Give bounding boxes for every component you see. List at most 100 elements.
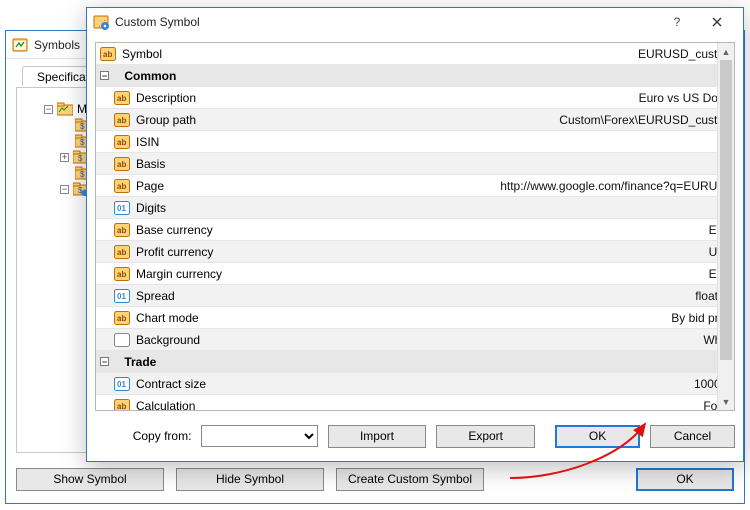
svg-text:ab: ab [117,94,126,103]
import-button[interactable]: Import [328,425,427,448]
text-icon: ab [100,47,116,61]
property-group-label: Trade [124,355,156,369]
group-collapse-icon[interactable]: − [100,357,109,366]
property-value[interactable]: 5 [351,197,734,219]
property-value[interactable]: 100000 [351,373,734,395]
tree-expander-icon[interactable]: − [60,185,69,194]
property-row[interactable]: 01 Digits 5 [96,197,734,219]
property-row[interactable]: ab Profit currency USD [96,241,734,263]
create-custom-symbol-button[interactable]: Create Custom Symbol [336,468,484,491]
svg-text:ab: ab [117,138,126,147]
property-row[interactable]: ab Page http://www.google.com/finance?q=EU… [96,175,734,197]
svg-text:ab: ab [103,50,112,59]
export-button[interactable]: Export [436,425,535,448]
property-key: Background [136,333,200,347]
property-value[interactable]: Euro vs US Dollar [351,87,734,109]
svg-text:01: 01 [117,380,126,389]
property-row[interactable]: ab Margin currency EUR [96,263,734,285]
tree-expander-icon[interactable]: + [60,153,69,162]
property-group-row[interactable]: − Common [96,65,734,87]
property-key: Basis [136,157,165,171]
property-value[interactable]: http://www.google.com/finance?q=EURUSD [351,175,734,197]
property-key: ISIN [136,135,159,149]
custom-symbol-bottom-bar: Copy from: Import Export OK Cancel [95,423,735,449]
property-key: Calculation [136,399,195,411]
symbols-window-icon [12,37,28,53]
property-key: Contract size [136,377,206,391]
svg-text:$: $ [80,170,85,179]
property-row[interactable]: abBase currencyEUR [96,219,734,241]
property-row[interactable]: Background White [96,329,734,351]
property-value[interactable] [351,153,734,175]
property-group-row[interactable]: − Trade [96,351,734,373]
property-row[interactable]: 01 Contract size 100000 [96,373,734,395]
custom-symbol-window-icon [93,14,109,30]
scroll-down-icon[interactable]: ▼ [718,393,734,410]
scrollbar[interactable]: ▲ ▼ [717,43,734,410]
scroll-thumb[interactable] [720,60,732,360]
property-value[interactable]: EUR [351,263,734,285]
property-value[interactable]: USD [351,241,734,263]
svg-text:$: $ [80,138,85,147]
property-row[interactable]: ab Description Euro vs US Dollar [96,87,734,109]
property-value[interactable]: EURUSD_custom [351,43,734,65]
svg-text:$: $ [78,186,83,195]
text-icon: ab [114,179,130,193]
property-row[interactable]: 01Spreadfloating [96,285,734,307]
svg-text:ab: ab [117,314,126,323]
svg-text:ab: ab [117,402,126,411]
svg-text:ab: ab [117,182,126,191]
property-key: Symbol [122,47,162,61]
property-key: Chart mode [136,311,199,325]
property-value[interactable]: floating [351,285,734,307]
property-value[interactable]: Custom\Forex\EURUSD_custom [351,109,734,131]
property-key: Group path [136,113,196,127]
property-value[interactable]: By bid price [351,307,734,329]
hide-symbol-button[interactable]: Hide Symbol [176,468,324,491]
property-value[interactable]: White [351,329,734,351]
text-icon: ab [114,311,130,325]
custom-symbol-titlebar: Custom Symbol ? [87,8,743,36]
property-row[interactable]: ab Symbol EURUSD_custom [96,43,734,65]
property-grid: ab Symbol EURUSD_custom− Common ab Descripti… [95,42,735,411]
svg-text:ab: ab [117,270,126,279]
property-row[interactable]: ab Group path Custom\Forex\EURUSD_custom [96,109,734,131]
custom-symbol-ok-button[interactable]: OK [555,425,640,448]
property-value[interactable]: Forex [351,395,734,411]
property-row[interactable]: ab ISIN [96,131,734,153]
property-key: Page [136,179,164,193]
tree-expander-icon[interactable]: − [44,105,53,114]
custom-symbol-cancel-button[interactable]: Cancel [650,425,735,448]
svg-text:$: $ [78,154,83,163]
property-row[interactable]: ab Basis [96,153,734,175]
symbols-title: Symbols [34,38,80,52]
text-icon: ab [114,135,130,149]
svg-text:01: 01 [117,204,126,213]
color-icon [114,333,130,347]
scroll-up-icon[interactable]: ▲ [718,43,734,60]
number-icon: 01 [114,377,130,391]
property-key: Digits [136,201,166,215]
dialog-close-button[interactable] [697,8,737,36]
property-key: Profit currency [136,245,213,259]
property-value[interactable] [351,131,734,153]
custom-symbol-title: Custom Symbol [115,15,200,29]
dialog-help-button[interactable]: ? [657,8,697,36]
property-value[interactable]: EUR [351,219,734,241]
text-icon: ab [114,245,130,259]
custom-symbol-dialog: Custom Symbol ? abSymbolEURUSD_custom− C… [86,7,744,462]
text-icon: ab [114,157,130,171]
text-icon: ab [114,113,130,127]
symbols-ok-button[interactable]: OK [636,468,734,491]
property-key: Margin currency [136,267,222,281]
text-icon: ab [114,91,130,105]
property-key: Description [136,91,196,105]
text-icon: ab [114,399,130,411]
property-row[interactable]: ab Calculation Forex [96,395,734,411]
property-row[interactable]: ab Chart mode By bid price [96,307,734,329]
folder-icon [57,102,73,116]
svg-text:ab: ab [117,116,126,125]
show-symbol-button[interactable]: Show Symbol [16,468,164,491]
group-collapse-icon[interactable]: − [100,71,109,80]
copy-from-select[interactable] [201,425,317,447]
